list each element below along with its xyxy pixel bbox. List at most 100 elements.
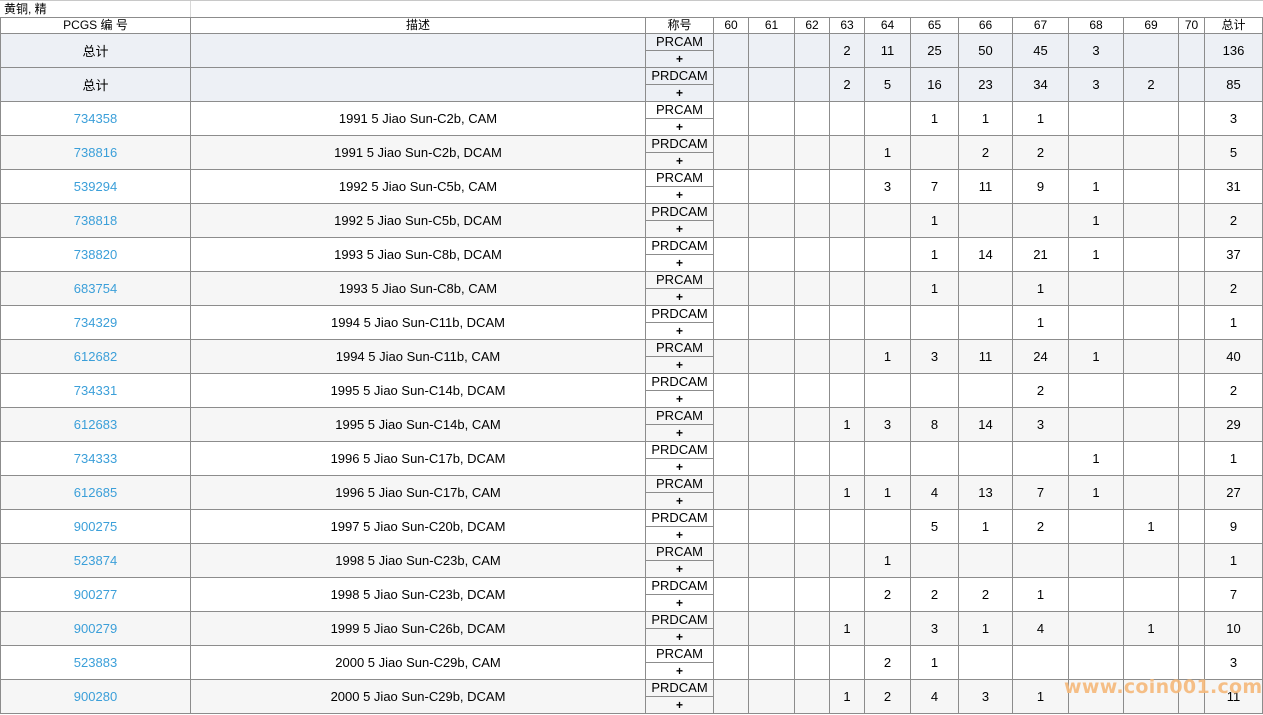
grade-count-63 bbox=[829, 271, 865, 306]
pcgs-number-link[interactable]: 900275 bbox=[74, 519, 117, 534]
grade-count-63: 1 bbox=[829, 475, 865, 510]
pcgs-number-link[interactable]: 612685 bbox=[74, 485, 117, 500]
grade-count-70 bbox=[1178, 475, 1205, 510]
grade-count-69 bbox=[1123, 407, 1179, 442]
pcgs-cell[interactable]: 738820 bbox=[0, 237, 191, 272]
grade-count-60 bbox=[713, 135, 749, 170]
grade-count-67: 2 bbox=[1012, 509, 1069, 544]
table-row: 734329 1994 5 Jiao Sun-C11b, DCAM PRDCAM +1… bbox=[0, 305, 1263, 340]
grade-count-68 bbox=[1068, 577, 1124, 612]
grade-count-62 bbox=[794, 441, 830, 476]
pcgs-cell[interactable]: 738818 bbox=[0, 203, 191, 238]
pcgs-number-link[interactable]: 900279 bbox=[74, 621, 117, 636]
grade-count-60 bbox=[713, 611, 749, 646]
plus-designation-label: + bbox=[675, 596, 683, 610]
grade-count-63: 1 bbox=[829, 611, 865, 646]
grade-count-61 bbox=[748, 645, 795, 680]
grade-count-64 bbox=[864, 305, 911, 340]
pcgs-number-link[interactable]: 683754 bbox=[74, 281, 117, 296]
grade-count-61 bbox=[748, 509, 795, 544]
pcgs-cell[interactable]: 612685 bbox=[0, 475, 191, 510]
pcgs-number-link[interactable]: 900277 bbox=[74, 587, 117, 602]
total-cell: 1 bbox=[1204, 543, 1263, 578]
total-cell: 1 bbox=[1204, 441, 1263, 476]
description-cell: 1992 5 Jiao Sun-C5b, CAM bbox=[190, 169, 646, 204]
pcgs-cell[interactable]: 734329 bbox=[0, 305, 191, 340]
grade-count-67: 2 bbox=[1012, 135, 1069, 170]
pcgs-cell[interactable]: 612682 bbox=[0, 339, 191, 374]
pcgs-cell[interactable]: 900275 bbox=[0, 509, 191, 544]
grade-count-67 bbox=[1012, 645, 1069, 680]
pcgs-number-link[interactable]: 738818 bbox=[74, 213, 117, 228]
grade-count-66: 3 bbox=[958, 679, 1013, 714]
pcgs-number-link[interactable]: 734331 bbox=[74, 383, 117, 398]
pcgs-number-link[interactable]: 734358 bbox=[74, 111, 117, 126]
pcgs-cell[interactable]: 738816 bbox=[0, 135, 191, 170]
grade-count-68 bbox=[1068, 135, 1124, 170]
pcgs-cell[interactable]: 734333 bbox=[0, 441, 191, 476]
grade-count-62 bbox=[794, 679, 830, 714]
grade-count-67 bbox=[1012, 543, 1069, 578]
grade-count-66 bbox=[958, 271, 1013, 306]
pcgs-number-link[interactable]: 523883 bbox=[74, 655, 117, 670]
pcgs-number-link[interactable]: 900280 bbox=[74, 689, 117, 704]
designation-label: PRCAM bbox=[646, 273, 713, 289]
pcgs-number-link[interactable]: 523874 bbox=[74, 553, 117, 568]
summary-row: 总计 PRDCAM +2 5 16 23 34 3 2 85 bbox=[0, 67, 1263, 102]
table-row: 734358 1991 5 Jiao Sun-C2b, CAM PRCAM +1 1 1 3 bbox=[0, 101, 1263, 136]
grade-count-63 bbox=[829, 543, 865, 578]
designation-label: PRCAM bbox=[646, 545, 713, 561]
pcgs-cell[interactable]: 900277 bbox=[0, 577, 191, 612]
grade-count-70 bbox=[1178, 305, 1205, 340]
designation-label: PRDCAM bbox=[646, 307, 713, 323]
table-row: 900275 1997 5 Jiao Sun-C20b, DCAM PRDCAM +5… bbox=[0, 509, 1263, 544]
grade-count-60 bbox=[713, 441, 749, 476]
pcgs-number-link[interactable]: 612682 bbox=[74, 349, 117, 364]
table-row: 523883 2000 5 Jiao Sun-C29b, CAM PRCAM +2 1 3 bbox=[0, 645, 1263, 680]
grade-count-62 bbox=[794, 611, 830, 646]
grade-count-60 bbox=[713, 577, 749, 612]
total-cell: 3 bbox=[1204, 101, 1263, 136]
pcgs-cell[interactable]: 539294 bbox=[0, 169, 191, 204]
grade-count-61 bbox=[748, 611, 795, 646]
description-cell bbox=[190, 33, 646, 68]
pcgs-number-link[interactable]: 738820 bbox=[74, 247, 117, 262]
pcgs-number-link[interactable]: 734329 bbox=[74, 315, 117, 330]
pcgs-cell[interactable]: 523883 bbox=[0, 645, 191, 680]
grade-count-61 bbox=[748, 169, 795, 204]
pcgs-number-link[interactable]: 612683 bbox=[74, 417, 117, 432]
grade-count-60 bbox=[713, 509, 749, 544]
designation-cell: PRDCAM + bbox=[645, 135, 714, 170]
grade-count-65: 1 bbox=[910, 645, 959, 680]
grade-count-65: 25 bbox=[910, 33, 959, 68]
grade-count-64: 1 bbox=[864, 339, 911, 374]
table-row: 523874 1998 5 Jiao Sun-C23b, CAM PRCAM +1 1 bbox=[0, 543, 1263, 578]
grade-count-68 bbox=[1068, 611, 1124, 646]
grade-count-64 bbox=[864, 509, 911, 544]
grade-count-67: 21 bbox=[1012, 237, 1069, 272]
pcgs-number-link[interactable]: 734333 bbox=[74, 451, 117, 466]
plus-designation-label: + bbox=[675, 324, 683, 338]
pcgs-cell[interactable]: 523874 bbox=[0, 543, 191, 578]
grade-count-62 bbox=[794, 645, 830, 680]
pcgs-number-link[interactable]: 738816 bbox=[74, 145, 117, 160]
pcgs-cell[interactable]: 900280 bbox=[0, 679, 191, 714]
table-row: 738818 1992 5 Jiao Sun-C5b, DCAM PRDCAM +1 1… bbox=[0, 203, 1263, 238]
pcgs-cell[interactable]: 734358 bbox=[0, 101, 191, 136]
description-cell: 1996 5 Jiao Sun-C17b, DCAM bbox=[190, 441, 646, 476]
site-watermark: www.coin001.com bbox=[1064, 676, 1263, 698]
grade-count-66: 2 bbox=[958, 577, 1013, 612]
pcgs-cell[interactable]: 900279 bbox=[0, 611, 191, 646]
grade-count-64: 2 bbox=[864, 679, 911, 714]
pcgs-cell[interactable]: 683754 bbox=[0, 271, 191, 306]
grade-count-62 bbox=[794, 203, 830, 238]
pcgs-number-link[interactable]: 539294 bbox=[74, 179, 117, 194]
grade-count-62 bbox=[794, 169, 830, 204]
grade-count-65: 3 bbox=[910, 611, 959, 646]
pcgs-cell[interactable]: 734331 bbox=[0, 373, 191, 408]
grade-count-66: 23 bbox=[958, 67, 1013, 102]
plus-designation-label: + bbox=[675, 52, 683, 66]
pcgs-cell[interactable]: 612683 bbox=[0, 407, 191, 442]
section-title-text: 黄铜, 精 bbox=[4, 2, 47, 16]
header-grade-70: 70 bbox=[1178, 17, 1205, 34]
